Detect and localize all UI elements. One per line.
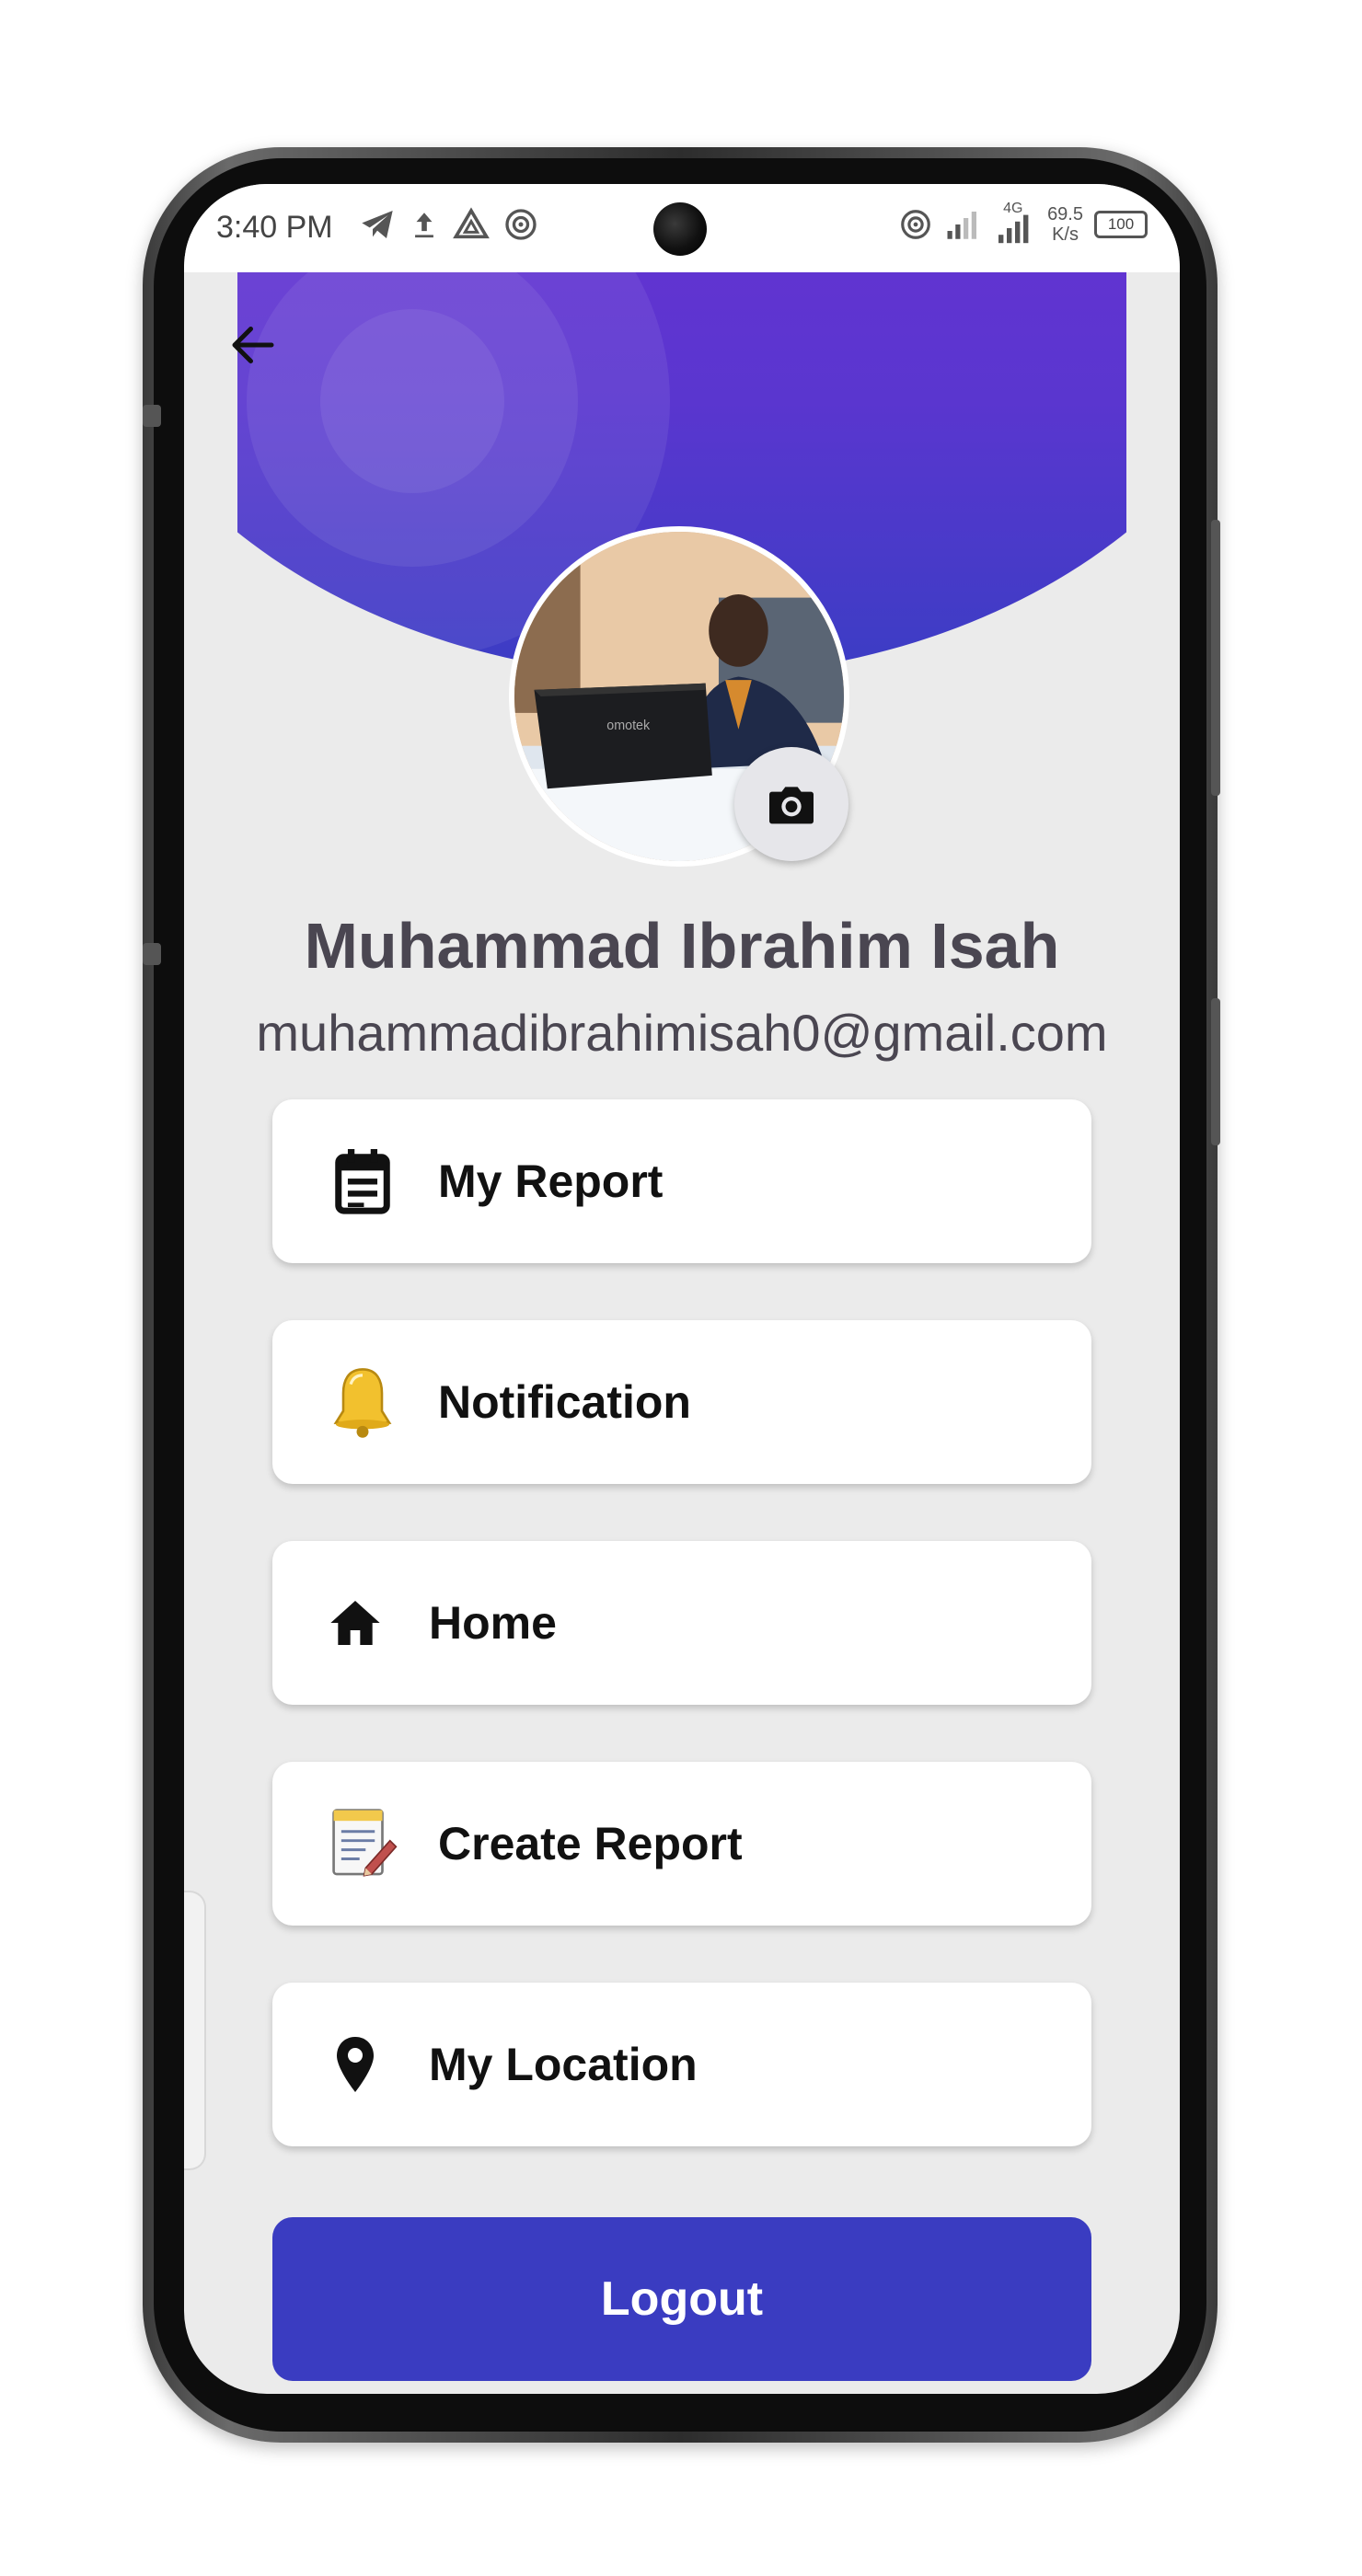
svg-text:omotek: omotek — [606, 719, 651, 733]
hotspot-icon — [505, 209, 537, 240]
telegram-icon — [362, 211, 393, 238]
bell-icon — [326, 1365, 399, 1439]
side-button-left — [143, 943, 161, 965]
volume-button — [1211, 520, 1220, 796]
menu-item-create-report[interactable]: Create Report — [272, 1762, 1091, 1926]
network-type-group: 4G — [994, 201, 1036, 244]
camera-icon — [769, 787, 814, 824]
status-icons-right: 4G 69.5 K/s 100 — [898, 201, 1148, 245]
status-icons-left — [359, 206, 539, 243]
battery-icon: 100 — [1094, 211, 1148, 238]
menu-item-notification[interactable]: Notification — [272, 1320, 1091, 1484]
menu-item-label: My Report — [438, 1156, 664, 1207]
menu-item-my-location[interactable]: My Location — [272, 1983, 1091, 2146]
app-screen: 3:40 PM 4G 69.5 K/s 100 omotek Muhammad … — [184, 184, 1180, 2394]
network-speed-unit: K/s — [1052, 224, 1079, 245]
signal-4g-icon — [998, 214, 1029, 244]
user-email: muhammadibrahimisah0@gmail.com — [256, 1004, 1108, 1062]
home-icon — [318, 1586, 392, 1660]
power-button — [1211, 998, 1220, 1145]
edge-panel-handle[interactable] — [184, 1891, 206, 2170]
hotspot-icon — [901, 210, 930, 239]
status-bar: 3:40 PM 4G 69.5 K/s 100 — [184, 184, 1180, 272]
back-button[interactable] — [221, 313, 285, 377]
menu-item-my-report[interactable]: My Report — [272, 1099, 1091, 1263]
change-photo-button[interactable] — [734, 747, 848, 861]
menu-item-label: Create Report — [438, 1818, 743, 1869]
menu-item-label: My Location — [429, 2039, 698, 2090]
upload-icon — [415, 213, 433, 238]
network-speed-value: 69.5 — [1047, 204, 1083, 224]
location-pin-icon — [318, 2028, 392, 2101]
front-camera — [653, 202, 707, 256]
menu-item-label: Home — [429, 1597, 557, 1649]
menu-item-label: Notification — [438, 1376, 691, 1428]
drive-icon — [453, 207, 490, 239]
notepad-pencil-icon — [326, 1807, 399, 1880]
page: 3:40 PM 4G 69.5 K/s 100 omotek Muhammad … — [0, 0, 1362, 2576]
side-button-left — [143, 405, 161, 427]
user-name: Muhammad Ibrahim Isah — [304, 910, 1060, 982]
network-speed: 69.5 K/s — [1047, 204, 1083, 245]
calendar-report-icon — [326, 1144, 399, 1218]
menu-item-home[interactable]: Home — [272, 1541, 1091, 1705]
status-time: 3:40 PM — [216, 210, 333, 245]
arrow-left-icon — [232, 327, 274, 363]
logout-button[interactable]: Logout — [272, 2217, 1091, 2381]
signal-icon — [947, 212, 977, 239]
